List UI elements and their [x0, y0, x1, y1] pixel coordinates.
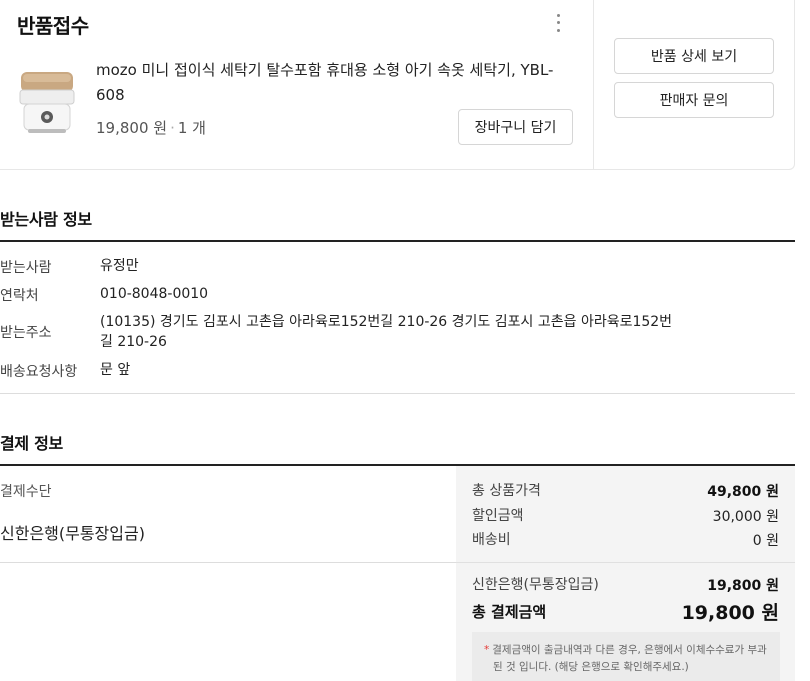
payment-method-value: 신한은행(무통장입금) — [0, 524, 145, 543]
return-status-title: 반품접수 — [17, 14, 89, 38]
total-payment-value: 19,800 원 — [681, 602, 779, 624]
recipient-address-line1: (10135) 경기도 김포시 고촌읍 아라육로152번길 210-26 경기도… — [100, 314, 673, 330]
delivery-request-value: 문 앞 — [100, 362, 131, 378]
return-detail-button[interactable]: 반품 상세 보기 — [614, 38, 774, 74]
recipient-address-line2: 길 210-26 — [100, 334, 167, 350]
total-payment-label: 총 결제금액 — [472, 603, 547, 621]
recipient-name-value: 유정만 — [100, 258, 139, 274]
discount-label: 할인금액 — [472, 508, 524, 524]
discount-value: 30,000 원 — [712, 509, 779, 525]
recipient-top-rule — [0, 240, 795, 242]
recipient-bottom-rule — [0, 393, 795, 394]
total-product-price-value: 49,800 원 — [707, 484, 779, 500]
recipient-section-title: 받는사람 정보 — [0, 210, 92, 229]
more-options-icon[interactable] — [550, 12, 566, 34]
recipient-address-value: (10135) 경기도 김포시 고촌읍 아라육로152번길 210-26 경기도… — [100, 312, 700, 352]
recipient-phone-value: 010-8048-0010 — [100, 286, 209, 302]
payment-summary-divider — [456, 562, 795, 563]
recipient-phone-label: 연락처 — [0, 288, 39, 304]
bank-payment-value: 19,800 원 — [707, 578, 779, 594]
product-price-quantity: 19,800 원 · 1 개 — [96, 119, 206, 137]
contact-seller-button[interactable]: 판매자 문의 — [614, 82, 774, 118]
payment-left-rule — [0, 562, 456, 563]
recipient-name-label: 받는사람 — [0, 260, 52, 276]
product-name-link[interactable]: mozo 미니 접이식 세탁기 탈수포함 휴대용 소형 아기 속옷 세탁기, Y… — [96, 58, 576, 108]
product-quantity: 1 개 — [177, 119, 206, 137]
payment-method-label: 결제수단 — [0, 484, 52, 500]
card-divider — [593, 0, 594, 169]
payment-notice: * 결제금액이 출금내역과 다른 경우, 은행에서 이체수수료가 부과 된 것 입… — [472, 632, 780, 681]
recipient-address-label: 받는주소 — [0, 325, 52, 341]
shipping-fee-value: 0 원 — [752, 533, 779, 549]
total-product-price-label: 총 상품가격 — [472, 483, 541, 499]
notice-line1: 결제금액이 출금내역과 다른 경우, 은행에서 이체수수료가 부과 — [492, 644, 767, 656]
payment-section-title: 결제 정보 — [0, 434, 63, 453]
delivery-request-label: 배송요청사항 — [0, 364, 78, 380]
shipping-fee-label: 배송비 — [472, 532, 511, 548]
bank-payment-label: 신한은행(무통장입금) — [472, 577, 599, 593]
asterisk-icon: * — [484, 644, 490, 656]
notice-line2: 된 것 입니다. (해당 은행으로 확인해주세요.) — [493, 661, 689, 673]
product-price: 19,800 원 — [96, 119, 168, 137]
product-thumbnail[interactable] — [18, 70, 76, 136]
add-to-cart-button[interactable]: 장바구니 담기 — [458, 109, 573, 145]
